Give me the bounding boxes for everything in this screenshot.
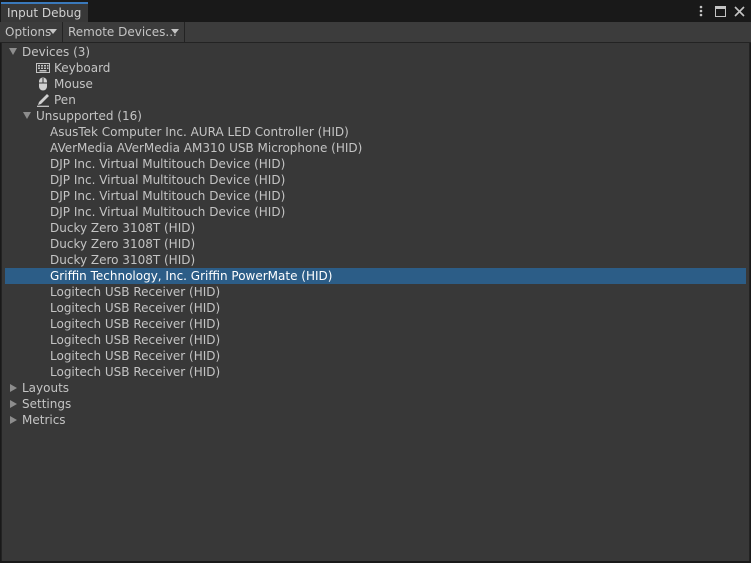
unsupported-device-item[interactable]: DJP Inc. Virtual Multitouch Device (HID) [5, 172, 746, 188]
tree-item-mouse[interactable]: Mouse [5, 76, 746, 92]
foldout-open-icon[interactable] [9, 48, 17, 55]
unsupported-device-item[interactable]: DJP Inc. Virtual Multitouch Device (HID) [5, 156, 746, 172]
unsupported-device-item[interactable]: Ducky Zero 3108T (HID) [5, 252, 746, 268]
device-label: Logitech USB Receiver (HID) [50, 317, 221, 331]
tree-item-layouts[interactable]: Layouts [5, 380, 746, 396]
unsupported-device-item[interactable]: Logitech USB Receiver (HID) [5, 316, 746, 332]
chevron-down-icon [49, 29, 57, 34]
pen-icon [37, 94, 49, 107]
unsupported-device-item[interactable]: AsusTek Computer Inc. AURA LED Controlle… [5, 124, 746, 140]
remote-devices-dropdown[interactable]: Remote Devices... [63, 22, 185, 42]
devices-label: Devices (3) [22, 45, 91, 59]
foldout-open-icon[interactable] [23, 112, 31, 119]
unsupported-device-item[interactable]: Griffin Technology, Inc. Griffin PowerMa… [5, 268, 746, 284]
pen-label: Pen [54, 93, 76, 107]
tree-item-devices[interactable]: Devices (3) [5, 44, 746, 60]
options-label: Options [5, 25, 52, 39]
device-label: Logitech USB Receiver (HID) [50, 349, 221, 363]
unsupported-device-item[interactable]: Logitech USB Receiver (HID) [5, 284, 746, 300]
foldout-closed-icon[interactable] [10, 400, 17, 408]
options-dropdown[interactable]: Options [0, 22, 63, 42]
tree-item-keyboard[interactable]: Keyboard [5, 60, 746, 76]
tab-input-debug[interactable]: Input Debug [1, 2, 88, 22]
unsupported-device-item[interactable]: Ducky Zero 3108T (HID) [5, 236, 746, 252]
device-label: Ducky Zero 3108T (HID) [50, 253, 196, 267]
device-label: Logitech USB Receiver (HID) [50, 333, 221, 347]
foldout-closed-icon[interactable] [10, 416, 17, 424]
maximize-icon[interactable] [712, 3, 728, 19]
keyboard-label: Keyboard [54, 61, 111, 75]
window-controls [693, 3, 747, 19]
device-label: AVerMedia AVerMedia AM310 USB Microphone… [50, 141, 363, 155]
device-label: Ducky Zero 3108T (HID) [50, 221, 196, 235]
device-label: Logitech USB Receiver (HID) [50, 301, 221, 315]
unsupported-device-item[interactable]: DJP Inc. Virtual Multitouch Device (HID) [5, 204, 746, 220]
mouse-label: Mouse [54, 77, 93, 91]
chevron-down-icon [171, 29, 179, 34]
device-label: DJP Inc. Virtual Multitouch Device (HID) [50, 157, 286, 171]
device-label: Griffin Technology, Inc. Griffin PowerMa… [50, 269, 333, 283]
device-label: AsusTek Computer Inc. AURA LED Controlle… [50, 125, 349, 139]
unsupported-device-item[interactable]: DJP Inc. Virtual Multitouch Device (HID) [5, 188, 746, 204]
device-label: Logitech USB Receiver (HID) [50, 365, 221, 379]
tree-item-pen[interactable]: Pen [5, 92, 746, 108]
tab-bar: Input Debug [0, 0, 751, 22]
unsupported-label: Unsupported (16) [36, 109, 142, 123]
device-label: Logitech USB Receiver (HID) [50, 285, 221, 299]
device-label: DJP Inc. Virtual Multitouch Device (HID) [50, 173, 286, 187]
unsupported-device-item[interactable]: Logitech USB Receiver (HID) [5, 332, 746, 348]
device-label: Ducky Zero 3108T (HID) [50, 237, 196, 251]
unsupported-device-item[interactable]: Logitech USB Receiver (HID) [5, 364, 746, 380]
unsupported-device-item[interactable]: Ducky Zero 3108T (HID) [5, 220, 746, 236]
more-options-icon[interactable] [693, 3, 709, 19]
unsupported-device-item[interactable]: AVerMedia AVerMedia AM310 USB Microphone… [5, 140, 746, 156]
mouse-icon [39, 77, 47, 91]
keyboard-icon [36, 63, 50, 73]
close-icon[interactable] [731, 3, 747, 19]
tab-label: Input Debug [7, 6, 82, 20]
tree-item-unsupported[interactable]: Unsupported (16) [5, 108, 746, 124]
device-tree-panel: Devices (3) Keyboard Mouse Pen Unsupport… [1, 43, 750, 561]
settings-label: Settings [22, 397, 72, 411]
unsupported-device-item[interactable]: Logitech USB Receiver (HID) [5, 348, 746, 364]
tree-item-metrics[interactable]: Metrics [5, 412, 746, 428]
foldout-closed-icon[interactable] [10, 384, 17, 392]
metrics-label: Metrics [22, 413, 66, 427]
toolbar: Options Remote Devices... [0, 22, 751, 43]
layouts-label: Layouts [22, 381, 70, 395]
tree-item-settings[interactable]: Settings [5, 396, 746, 412]
remote-devices-label: Remote Devices... [68, 25, 177, 39]
device-label: DJP Inc. Virtual Multitouch Device (HID) [50, 189, 286, 203]
device-label: DJP Inc. Virtual Multitouch Device (HID) [50, 205, 286, 219]
unsupported-device-item[interactable]: Logitech USB Receiver (HID) [5, 300, 746, 316]
